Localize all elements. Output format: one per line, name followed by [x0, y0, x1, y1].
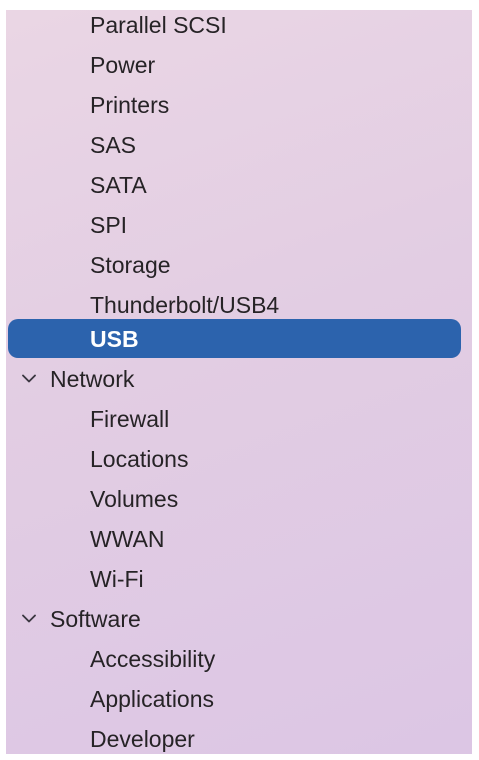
sidebar-item-storage[interactable]: Storage — [90, 246, 171, 284]
sidebar: Parallel SCSI Power Printers SAS SATA SP… — [6, 10, 472, 754]
sidebar-item-power[interactable]: Power — [90, 46, 155, 84]
section-network-label: Network — [50, 366, 135, 392]
sidebar-item-parallel-scsi[interactable]: Parallel SCSI — [90, 10, 227, 44]
sidebar-item-applications[interactable]: Applications — [90, 680, 214, 718]
sidebar-item-locations[interactable]: Locations — [90, 440, 188, 478]
section-software[interactable]: Software — [22, 600, 141, 638]
sidebar-item-volumes[interactable]: Volumes — [90, 480, 178, 518]
sidebar-item-developer[interactable]: Developer — [90, 720, 195, 754]
sidebar-item-accessibility[interactable]: Accessibility — [90, 640, 215, 678]
sidebar-item-firewall[interactable]: Firewall — [90, 400, 169, 438]
section-network[interactable]: Network — [22, 360, 134, 398]
sidebar-item-wwan[interactable]: WWAN — [90, 520, 165, 558]
sidebar-item-wi-fi[interactable]: Wi-Fi — [90, 560, 144, 598]
sidebar-item-printers[interactable]: Printers — [90, 86, 169, 124]
chevron-down-icon[interactable] — [22, 360, 42, 398]
sidebar-item-sata[interactable]: SATA — [90, 166, 147, 204]
sidebar-item-usb[interactable]: USB — [90, 320, 139, 358]
sidebar-item-sas[interactable]: SAS — [90, 126, 136, 164]
sidebar-item-spi[interactable]: SPI — [90, 206, 127, 244]
section-software-label: Software — [50, 606, 141, 632]
sidebar-item-thunderbolt-usb4[interactable]: Thunderbolt/USB4 — [90, 286, 279, 324]
selection-highlight — [8, 319, 461, 358]
chevron-down-icon[interactable] — [22, 600, 42, 638]
